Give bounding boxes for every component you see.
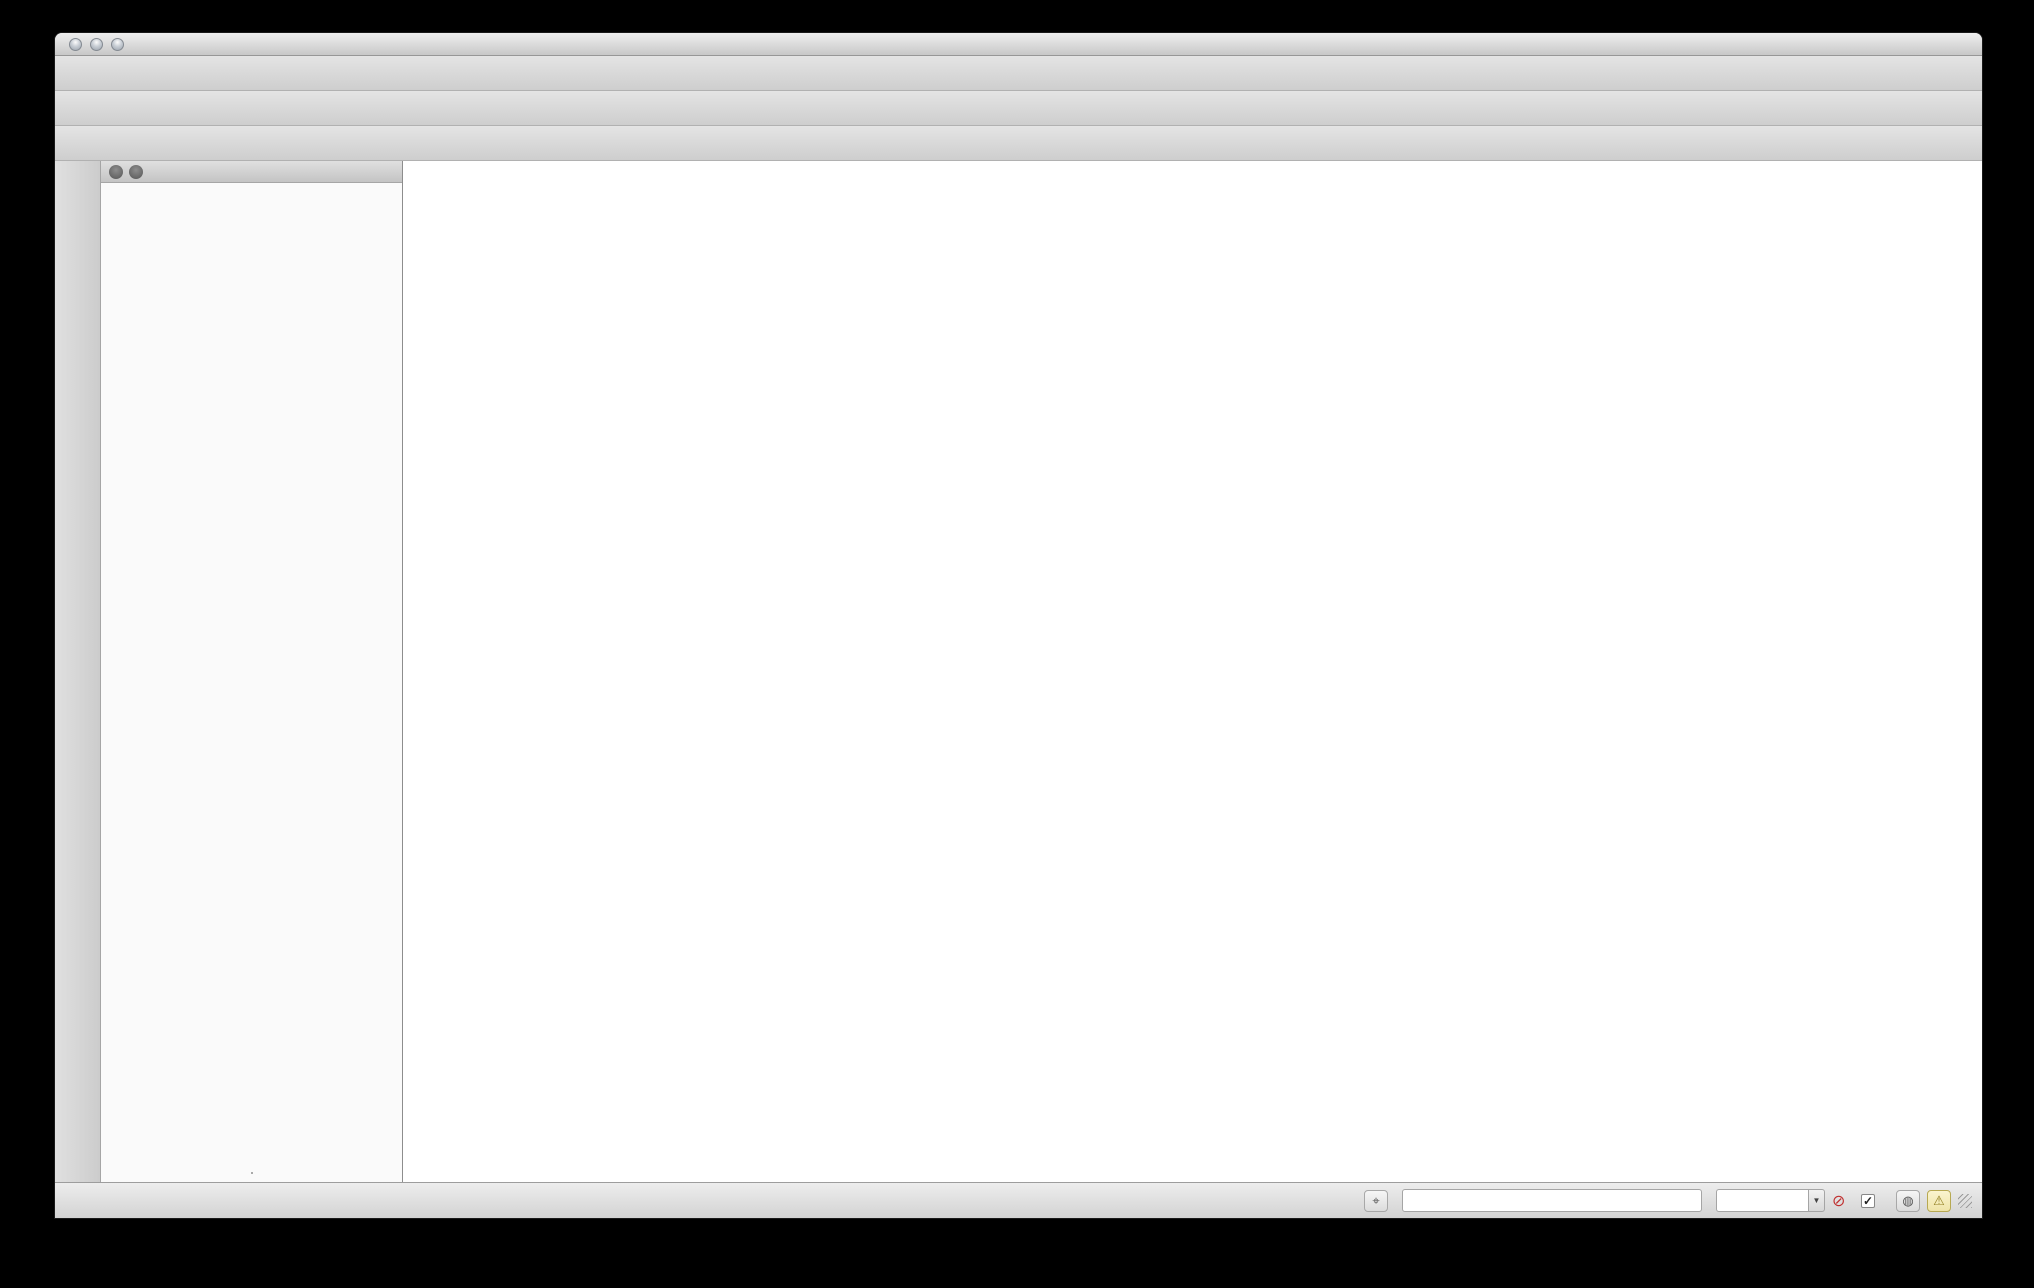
panel-detach-icon[interactable] [129,165,143,179]
scale-dropdown-icon[interactable]: ▼ [1808,1189,1825,1212]
minimize-window-button[interactable] [90,38,103,51]
scale-value[interactable] [1716,1189,1808,1212]
toolbar-advanced-grass [55,126,1982,161]
toolbar-file-nav [55,56,1982,91]
title-bar[interactable] [55,33,1982,56]
mouse-position-icon[interactable]: ⌖ [1364,1189,1388,1212]
panel-buttons [109,165,143,179]
layer-list [101,183,402,1182]
render-checkbox[interactable]: ✓ [1861,1193,1875,1208]
layers-panel-header [101,161,402,183]
zoom-window-button[interactable] [111,38,124,51]
message-log-button[interactable]: ⚠ [1927,1189,1951,1212]
resize-grip[interactable] [1958,1193,1972,1208]
stop-render-icon[interactable]: ⊘ [1832,1191,1854,1211]
manage-layers-toolbar [55,161,101,1182]
layers-panel [101,161,403,1182]
coordinate-input[interactable] [1402,1189,1702,1212]
main-content [55,161,1982,1182]
window-controls [69,38,124,51]
map-canvas[interactable] [403,161,1982,1182]
close-window-button[interactable] [69,38,82,51]
status-bar: ⌖ ▼ ⊘ ✓ ◍ ⚠ [55,1182,1982,1218]
panel-close-icon[interactable] [109,165,123,179]
map-svg[interactable] [403,161,1982,1182]
qgis-window: ⌖ ▼ ⊘ ✓ ◍ ⚠ [55,33,1982,1218]
panel-tabs [250,1172,253,1174]
crs-status-button[interactable]: ◍ [1896,1189,1920,1212]
scale-combo[interactable]: ▼ [1716,1189,1825,1212]
toolbar-digitizing-labeling [55,91,1982,126]
